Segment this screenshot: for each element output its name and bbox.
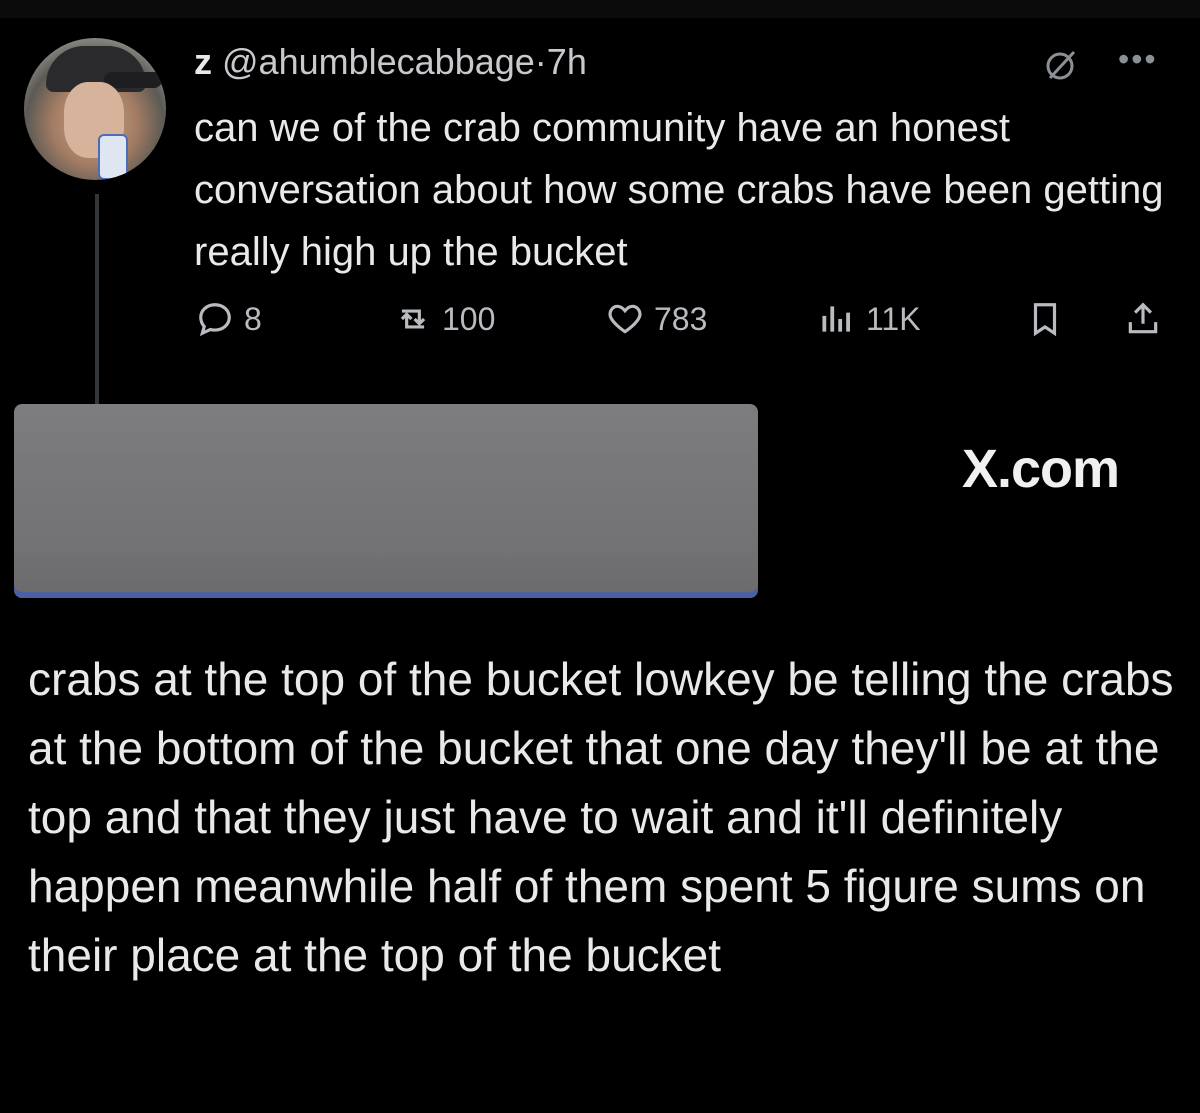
top-bar — [0, 0, 1200, 18]
views-icon — [822, 306, 850, 332]
thread-line — [95, 194, 99, 404]
share-icon — [1128, 302, 1158, 334]
more-icon[interactable]: ••• — [1118, 43, 1166, 75]
views-button[interactable]: 11K — [818, 300, 921, 338]
repost-count: 100 — [442, 300, 496, 337]
bookmark-button[interactable] — [1026, 300, 1064, 338]
reply-count: 8 — [244, 300, 262, 337]
tweet-text: can we of the crab community have an hon… — [194, 106, 1164, 274]
view-count: 11K — [866, 300, 921, 337]
avatar[interactable] — [24, 38, 166, 180]
avatar-can — [98, 134, 128, 180]
share-button[interactable] — [1124, 300, 1162, 338]
watermark: X.com — [962, 439, 1120, 499]
separator-dot: · — [534, 41, 547, 82]
reply-button[interactable]: 8 — [196, 300, 262, 338]
tweet-actions: 8 100 783 11K — [194, 300, 1174, 350]
grok-icon[interactable] — [1044, 48, 1078, 82]
heart-icon — [608, 304, 642, 334]
reply-icon — [199, 303, 231, 337]
caption-text: crabs at the top of the bucket lowkey be… — [28, 653, 1174, 981]
like-count: 783 — [654, 300, 708, 337]
user-handle[interactable]: @ahumblecabbage — [222, 41, 535, 82]
like-button[interactable]: 783 — [606, 300, 707, 338]
bookmark-icon — [1033, 303, 1057, 337]
redaction-box — [14, 404, 758, 598]
repost-button[interactable]: 100 — [394, 300, 495, 338]
display-name[interactable]: z — [194, 41, 212, 82]
repost-icon — [400, 309, 426, 329]
tweet-header: z @ahumblecabbage·7h — [194, 40, 587, 84]
timestamp[interactable]: 7h — [547, 41, 587, 82]
